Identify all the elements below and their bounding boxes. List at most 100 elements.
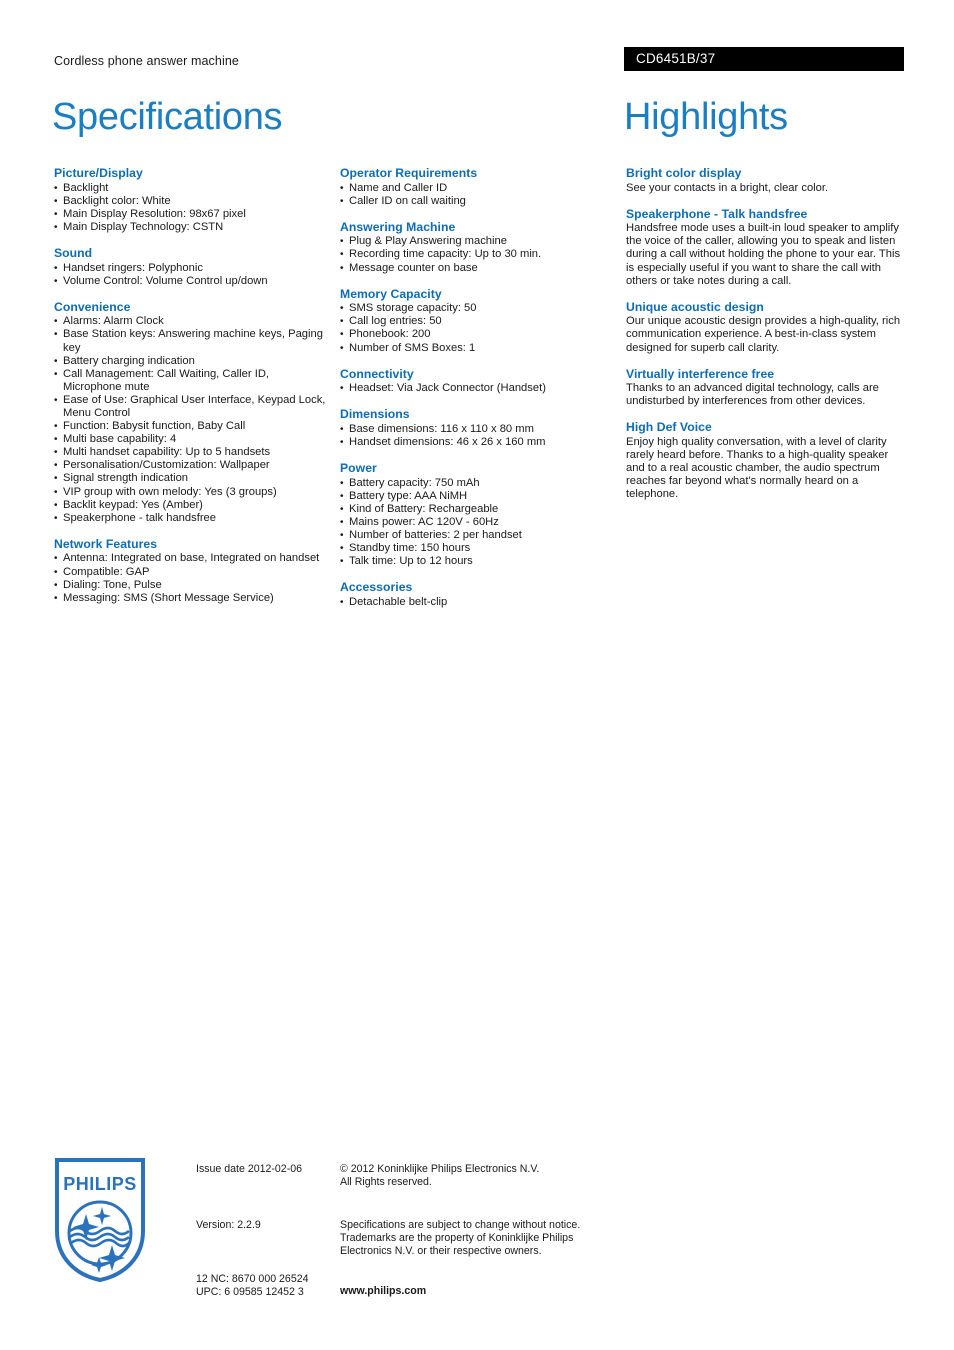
spec-section: Picture/Display BacklightBacklight color:… [54,166,330,234]
spec-item: Talk time: Up to 12 hours [340,555,616,568]
spec-item: Function: Babysit function, Baby Call [54,420,330,433]
spec-item: Phonebook: 200 [340,328,616,341]
copyright-block: © 2012 Koninklijke Philips Electronics N… [340,1163,605,1189]
spec-section-title: Sound [54,245,93,260]
spec-item: Caller ID on call waiting [340,195,616,208]
spec-item: Multi base capability: 4 [54,433,330,446]
twelve-nc-text: 12 NC: 8670 000 26524 [196,1273,309,1285]
page-title-specifications: Specifications [52,96,283,138]
spec-item: Battery capacity: 750 mAh [340,477,616,490]
spec-section-title: Operator Requirements [340,166,478,180]
spec-section-title: Dimensions [340,407,410,422]
copyright-line-2: All Rights reserved. [340,1176,432,1188]
spec-item: Recording time capacity: Up to 30 min. [340,248,616,261]
spec-item: Number of SMS Boxes: 1 [340,342,616,355]
spec-item: Multi handset capability: Up to 5 handse… [54,446,330,459]
spec-section: Memory CapacitySMS storage capacity: 50C… [340,287,616,355]
spec-item-list: Antenna: Integrated on base, Integrated … [54,552,330,604]
svg-text:PHILIPS: PHILIPS [63,1174,137,1194]
disclaimer-block: Specifications are subject to change wit… [340,1219,605,1258]
spec-section: Network FeaturesAntenna: Integrated on b… [54,537,330,605]
spec-section: Answering MachinePlug & Play Answering m… [340,220,616,275]
highlight-section: Speakerphone - Talk handsfree Handsfree m… [626,207,906,288]
spec-section: ConvenienceAlarms: Alarm ClockBase Stati… [54,300,330,525]
spec-item: VIP group with own melody: Yes (3 groups… [54,486,330,499]
model-number-bar: CD6451B/37 [624,47,904,71]
spec-item: Backlight [54,182,330,195]
spec-item: Volume Control: Volume Control up/down [54,275,330,288]
spec-item: Ease of Use: Graphical User Interface, K… [54,394,330,420]
spec-section: Sound Handset ringers: PolyphonicVolume C… [54,246,330,288]
spec-item-list: Handset ringers: PolyphonicVolume Contro… [54,262,330,288]
spec-item: Battery type: AAA NiMH [340,490,616,503]
spec-item-list: Base dimensions: 116 x 110 x 80 mmHandse… [340,423,616,449]
spec-item: Name and Caller ID [340,182,616,195]
spec-section-title: Picture/Display [54,166,143,180]
spec-item-list: Plug & Play Answering machineRecording t… [340,235,616,274]
upc-text: UPC: 6 09585 12452 3 [196,1286,304,1298]
philips-logo: PHILIPS [54,1157,146,1283]
spec-item-list: Battery capacity: 750 mAhBattery type: A… [340,477,616,569]
spec-section: DimensionsBase dimensions: 116 x 110 x 8… [340,407,616,449]
page-title-highlights: Highlights [624,96,788,138]
spec-item-list: SMS storage capacity: 50Call log entries… [340,302,616,354]
spec-item: Messaging: SMS (Short Message Service) [54,592,330,605]
highlight-title: High Def Voice [626,420,712,435]
spec-section: AccessoriesDetachable belt-clip [340,580,616,609]
specifications-column-1: Picture/Display BacklightBacklight color:… [54,166,330,605]
copyright-line-1: © 2012 Koninklijke Philips Electronics N… [340,1163,540,1175]
spec-item: Signal strength indication [54,472,330,485]
spec-item: Mains power: AC 120V - 60Hz [340,516,616,529]
spec-item-list: Headset: Via Jack Connector (Handset) [340,382,616,395]
spec-item: Speakerphone - talk handsfree [54,512,330,525]
disclaimer-line-2: Trademarks are the property of Koninklij… [340,1232,574,1244]
spec-item-list: Alarms: Alarm ClockBase Station keys: An… [54,315,330,525]
issue-date-text: Issue date 2012-02-06 [196,1163,303,1175]
highlight-title: Unique acoustic design [626,299,764,314]
spec-section: PowerBattery capacity: 750 mAhBattery ty… [340,461,616,568]
spec-item: Backlight color: White [54,195,330,208]
model-number-label: CD6451B/37 [636,51,716,66]
spec-item: Personalisation/Customization: Wallpaper [54,459,330,472]
document-page: Cordless phone answer machine CD6451B/37… [0,0,954,1350]
highlight-title: Bright color display [626,166,742,180]
spec-item: Main Display Resolution: 98x67 pixel [54,208,330,221]
spec-item: Battery charging indication [54,355,330,368]
spec-item: Number of batteries: 2 per handset [340,529,616,542]
spec-item: Kind of Battery: Rechargeable [340,503,616,516]
spec-section-title: Memory Capacity [340,286,442,301]
spec-item-list: Name and Caller IDCaller ID on call wait… [340,182,616,208]
spec-section: Operator Requirements Name and Caller IDC… [340,166,616,208]
spec-item: Headset: Via Jack Connector (Handset) [340,382,616,395]
spec-item: Base dimensions: 116 x 110 x 80 mm [340,423,616,436]
highlight-section: Virtually interference free Thanks to an … [626,367,906,409]
highlight-title: Virtually interference free [626,366,775,381]
product-category-subtitle: Cordless phone answer machine [54,54,239,68]
spec-item: Standby time: 150 hours [340,542,616,555]
highlight-body: See your contacts in a bright, clear col… [626,181,829,194]
spec-item: Call Management: Call Waiting, Caller ID… [54,368,330,394]
spec-section: ConnectivityHeadset: Via Jack Connector … [340,367,616,396]
spec-item: Plug & Play Answering machine [340,235,616,248]
specifications-column-2: Operator RequirementsName and Caller IDC… [340,166,616,609]
spec-section-title: Answering Machine [340,219,456,234]
spec-item: Handset ringers: Polyphonic [54,262,330,275]
spec-section-title: Connectivity [340,366,414,381]
spec-item: Dialing: Tone, Pulse [54,579,330,592]
issue-date-block: Issue date 2012-02-06 [196,1163,336,1176]
spec-item: Message counter on base [340,262,616,275]
spec-item-list: Detachable belt-clip [340,596,616,609]
spec-item: Base Station keys: Answering machine key… [54,328,330,354]
highlight-section: High Def Voice Enjoy high quality convers… [626,420,906,501]
disclaimer-line-1: Specifications are subject to change wit… [340,1219,581,1231]
highlight-section: Bright color display See your contacts in… [626,166,906,195]
spec-item-list: BacklightBacklight color: WhiteMain Disp… [54,182,330,234]
website-link[interactable]: www.philips.com [340,1285,605,1298]
highlight-title: Speakerphone - Talk handsfree [626,206,808,221]
highlight-section: Unique acoustic design Our unique acousti… [626,300,906,355]
spec-item: Detachable belt-clip [340,596,616,609]
highlights-column: Bright color display See your contacts in… [626,166,906,501]
spec-item: Handset dimensions: 46 x 26 x 160 mm [340,436,616,449]
spec-item: SMS storage capacity: 50 [340,302,616,315]
spec-item: Main Display Technology: CSTN [54,221,330,234]
